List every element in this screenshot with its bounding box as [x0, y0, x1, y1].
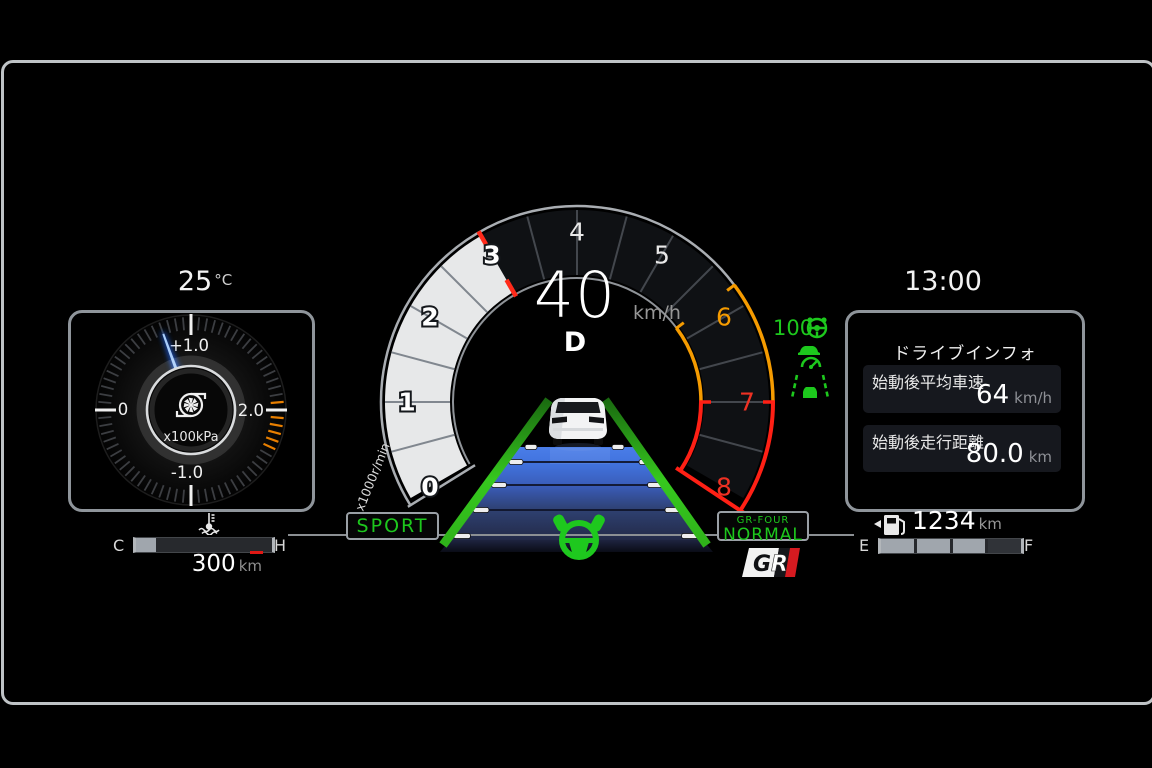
- coolant-cold-label: C: [113, 536, 124, 555]
- speed-value: 40: [505, 264, 645, 328]
- fuel-segment: [881, 539, 914, 553]
- fuel-range-unit: km: [979, 515, 1002, 533]
- sport-badge: SPORT: [346, 512, 439, 540]
- drive-info-panel: ドライブインフォ 始動後平均車速 64km/h 始動後走行距離 80.0km: [845, 310, 1085, 512]
- fuel-gauge: [878, 538, 1024, 554]
- steering-assist-icon: [804, 315, 830, 339]
- tach-number-7: 7: [739, 388, 755, 417]
- gr-letter-r: R: [771, 552, 788, 577]
- row-value: 80.0: [966, 439, 1024, 469]
- coolant-icon: [196, 511, 222, 535]
- tach-unit-label: x1000r/min: [355, 441, 393, 514]
- fuel-full-label: F: [1024, 536, 1033, 555]
- coolant-hot-label: H: [274, 536, 286, 555]
- outside-temperature-value: 25: [178, 266, 212, 297]
- drive-info-row-avg-speed: 始動後平均車速 64km/h: [863, 365, 1061, 413]
- gear-indicator: D: [525, 327, 625, 358]
- boost-label-bottom: -1.0: [171, 463, 203, 482]
- row-unit: km: [1029, 448, 1052, 466]
- tach-number-5: 5: [654, 241, 670, 270]
- boost-label-left: 0: [118, 400, 129, 419]
- fuel-empty-label: E: [859, 536, 869, 555]
- row-unit: km/h: [1014, 389, 1052, 407]
- tach-number-1: 1: [398, 388, 415, 417]
- drive-info-row-distance: 始動後走行距離 80.0km: [863, 425, 1061, 472]
- row-value: 64: [976, 380, 1009, 410]
- fuel-segment: [917, 539, 950, 553]
- tach-number-3: 3: [483, 241, 500, 270]
- boost-gauge: +1.0 0 +2.0 -1.0 x100kPa: [71, 313, 312, 509]
- awd-mode-label: NORMAL: [719, 527, 807, 544]
- fuel-range: 1234km: [912, 506, 1002, 535]
- speed-unit: km/h: [633, 302, 681, 324]
- lane-keep-icon: [789, 373, 831, 400]
- clock: 13:00: [883, 266, 1003, 297]
- fuel-range-value: 1234: [912, 506, 976, 535]
- odometer-value: 300: [192, 551, 236, 577]
- gr-logo: G R: [741, 547, 801, 578]
- radar-cruise-icon: [793, 343, 827, 373]
- tach-number-4: 4: [569, 218, 585, 247]
- tach-number-6: 6: [716, 303, 732, 332]
- hands-on-wheel-icon: [548, 511, 610, 567]
- drive-info-title: ドライブインフォ: [848, 339, 1082, 364]
- odometer: 300km: [150, 551, 262, 577]
- outside-temperature-unit: °C: [214, 271, 232, 289]
- instrument-cluster: 25°C 13:00 +1.0 0 +2.0 -1.0: [0, 0, 1152, 768]
- tach-number-2: 2: [421, 303, 438, 332]
- fuel-segment: [988, 539, 1021, 553]
- fuel-segments: [881, 539, 1021, 553]
- awd-mode-badge: GR-FOUR NORMAL: [717, 511, 809, 541]
- coolant-level-fill: [136, 538, 156, 552]
- fuel-segment: [953, 539, 986, 553]
- boost-gauge-panel: +1.0 0 +2.0 -1.0 x100kPa: [68, 310, 315, 512]
- lead-car: [541, 392, 615, 452]
- gr-letter-g: G: [753, 552, 771, 577]
- fuel-pump-icon: [872, 512, 910, 538]
- boost-unit-label: x100kPa: [163, 430, 218, 445]
- boost-label-top: +1.0: [169, 336, 209, 355]
- odometer-unit: km: [239, 557, 262, 575]
- outside-temperature: 25°C: [145, 266, 265, 297]
